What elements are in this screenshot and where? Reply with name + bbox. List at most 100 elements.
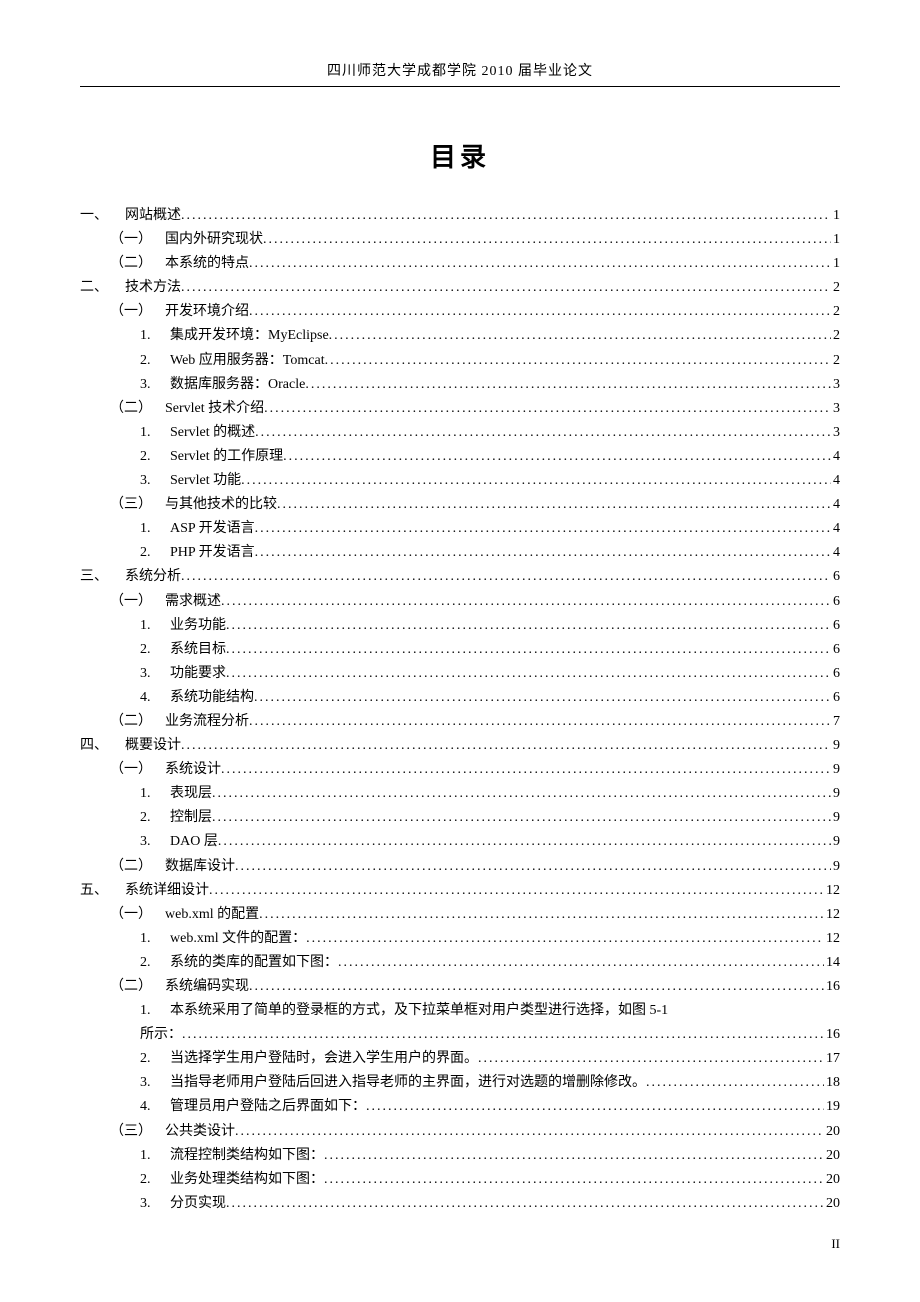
toc-entry-text: 控制层 (170, 806, 212, 829)
toc-entry[interactable]: 一、网站概述1 (80, 204, 840, 227)
toc-entry[interactable]: 3.分页实现20 (80, 1192, 840, 1215)
toc-entry-page: 12 (824, 927, 840, 950)
toc-entry[interactable]: 四、概要设计9 (80, 734, 840, 757)
toc-entry-text: 国内外研究现状 (165, 228, 263, 251)
toc-entry[interactable]: 1.Servlet 的概述3 (80, 421, 840, 444)
toc-entry-text: 系统的类库的配置如下图： (170, 951, 338, 974)
toc-leader-dots (226, 638, 831, 661)
toc-entry-label: 四、 (80, 734, 125, 757)
toc-entry-page: 14 (824, 951, 840, 974)
toc-entry-label: 所示： (140, 1023, 182, 1046)
toc-entry-label: 2. (140, 541, 170, 564)
toc-entry[interactable]: 4.系统功能结构6 (80, 686, 840, 709)
toc-entry-page: 6 (831, 565, 840, 588)
toc-entry-text: 系统编码实现 (165, 975, 249, 998)
toc-leader-dots (264, 397, 831, 420)
toc-entry[interactable]: 所示：16 (80, 1023, 840, 1046)
toc-entry[interactable]: （二）本系统的特点1 (80, 252, 840, 275)
toc-entry-text: 管理员用户登陆之后界面如下： (170, 1095, 366, 1118)
toc-entry-label: 3. (140, 830, 170, 853)
toc-entry-text: Servlet 的概述 (170, 421, 255, 444)
toc-entry[interactable]: 4.管理员用户登陆之后界面如下：19 (80, 1095, 840, 1118)
toc-entry-label: 1. (140, 782, 170, 805)
toc-entry[interactable]: （二）业务流程分析7 (80, 710, 840, 733)
toc-entry-text: Servlet 功能 (170, 469, 241, 492)
toc-entry-page: 3 (831, 421, 840, 444)
toc-leader-dots (181, 734, 831, 757)
toc-entry[interactable]: （二）数据库设计 9 (80, 855, 840, 878)
toc-entry[interactable]: 1.集成开发环境：MyEclipse2 (80, 324, 840, 347)
table-of-contents: 一、网站概述1（一）国内外研究现状1（二）本系统的特点1二、技术方法2（一）开发… (80, 204, 840, 1215)
toc-entry[interactable]: （一）国内外研究现状1 (80, 228, 840, 251)
toc-entry[interactable]: 1.表现层9 (80, 782, 840, 805)
toc-leader-dots (338, 951, 824, 974)
toc-entry[interactable]: 2.系统目标6 (80, 638, 840, 661)
toc-entry-label: （一） (110, 758, 165, 781)
toc-leader-dots (241, 469, 831, 492)
toc-entry-label: （三） (110, 1120, 165, 1143)
toc-entry-label: 2. (140, 638, 170, 661)
toc-entry[interactable]: 1.web.xml 文件的配置：12 (80, 927, 840, 950)
toc-entry[interactable]: 2.当选择学生用户登陆时，会进入学生用户的界面。17 (80, 1047, 840, 1070)
toc-entry[interactable]: （一）开发环境介绍2 (80, 300, 840, 323)
toc-entry-label: （二） (110, 252, 165, 275)
toc-entry-label: 3. (140, 373, 170, 396)
toc-entry-text: 当指导老师用户登陆后回进入指导老师的主界面，进行对选题的增删除修改。 (170, 1071, 646, 1094)
toc-entry[interactable]: 三、系统分析6 (80, 565, 840, 588)
toc-entry-page: 19 (824, 1095, 840, 1118)
toc-entry[interactable]: 3.Servlet 功能4 (80, 469, 840, 492)
toc-entry-page: 4 (831, 541, 840, 564)
toc-entry-label: 1. (140, 927, 170, 950)
toc-entry[interactable]: （二）系统编码实现16 (80, 975, 840, 998)
toc-entry[interactable]: 2.Web 应用服务器：Tomcat2 (80, 349, 840, 372)
toc-entry-label: （二） (110, 855, 165, 878)
toc-entry[interactable]: 3.功能要求6 (80, 662, 840, 685)
toc-entry[interactable]: （三）与其他技术的比较4 (80, 493, 840, 516)
toc-entry[interactable]: 3.数据库服务器：Oracle3 (80, 373, 840, 396)
toc-entry[interactable]: 二、技术方法2 (80, 276, 840, 299)
page-number: II (831, 1236, 840, 1252)
toc-entry[interactable]: 2.业务处理类结构如下图：20 (80, 1168, 840, 1191)
toc-entry-page: 20 (824, 1192, 840, 1215)
toc-entry-text: PHP 开发语言 (170, 541, 255, 564)
toc-entry[interactable]: 1.业务功能6 (80, 614, 840, 637)
toc-entry[interactable]: （一）需求概述6 (80, 590, 840, 613)
toc-entry[interactable]: 1.ASP 开发语言4 (80, 517, 840, 540)
toc-entry[interactable]: （二）Servlet 技术介绍3 (80, 397, 840, 420)
toc-leader-dots (254, 686, 831, 709)
toc-leader-dots (182, 1023, 824, 1046)
toc-entry-page: 4 (831, 517, 840, 540)
toc-entry-text: 流程控制类结构如下图： (170, 1144, 324, 1167)
toc-entry[interactable]: （一）系统设计9 (80, 758, 840, 781)
toc-leader-dots (235, 855, 831, 878)
toc-entry[interactable]: 2.Servlet 的工作原理4 (80, 445, 840, 468)
toc-entry-page: 6 (831, 614, 840, 637)
toc-entry-text: 集成开发环境：MyEclipse (170, 324, 329, 347)
toc-entry-label: 1. (140, 324, 170, 347)
toc-leader-dots (277, 493, 831, 516)
toc-entry[interactable]: 五、系统详细设计12 (80, 879, 840, 902)
toc-entry-label: （一） (110, 903, 165, 926)
toc-entry[interactable]: （三）公共类设计20 (80, 1120, 840, 1143)
toc-entry-page: 2 (831, 276, 840, 299)
toc-entry-label: 三、 (80, 565, 125, 588)
toc-entry[interactable]: 3.DAO 层9 (80, 830, 840, 853)
toc-entry-text: Servlet 技术介绍 (165, 397, 264, 420)
toc-entry-label: 1. (140, 517, 170, 540)
toc-entry-text: 表现层 (170, 782, 212, 805)
toc-entry[interactable]: 1.本系统采用了简单的登录框的方式，及下拉菜单框对用户类型进行选择，如图 5-1 (80, 999, 840, 1022)
toc-entry[interactable]: 2.PHP 开发语言 4 (80, 541, 840, 564)
toc-entry[interactable]: 1.流程控制类结构如下图：20 (80, 1144, 840, 1167)
toc-entry-text: 数据库设计 (165, 855, 235, 878)
toc-entry-page: 3 (831, 373, 840, 396)
toc-entry-page: 9 (831, 855, 840, 878)
toc-entry-label: 3. (140, 1192, 170, 1215)
toc-entry[interactable]: 2.系统的类库的配置如下图：14 (80, 951, 840, 974)
toc-entry[interactable]: 2.控制层9 (80, 806, 840, 829)
toc-leader-dots (226, 614, 831, 637)
toc-entry-page: 6 (831, 686, 840, 709)
toc-entry[interactable]: 3.当指导老师用户登陆后回进入指导老师的主界面，进行对选题的增删除修改。18 (80, 1071, 840, 1094)
document-page: 四川师范大学成都学院 2010 届毕业论文 目录 一、网站概述1（一）国内外研究… (0, 0, 920, 1256)
toc-entry[interactable]: （一）web.xml 的配置12 (80, 903, 840, 926)
toc-entry-text: 本系统采用了简单的登录框的方式，及下拉菜单框对用户类型进行选择，如图 5-1 (170, 999, 668, 1022)
